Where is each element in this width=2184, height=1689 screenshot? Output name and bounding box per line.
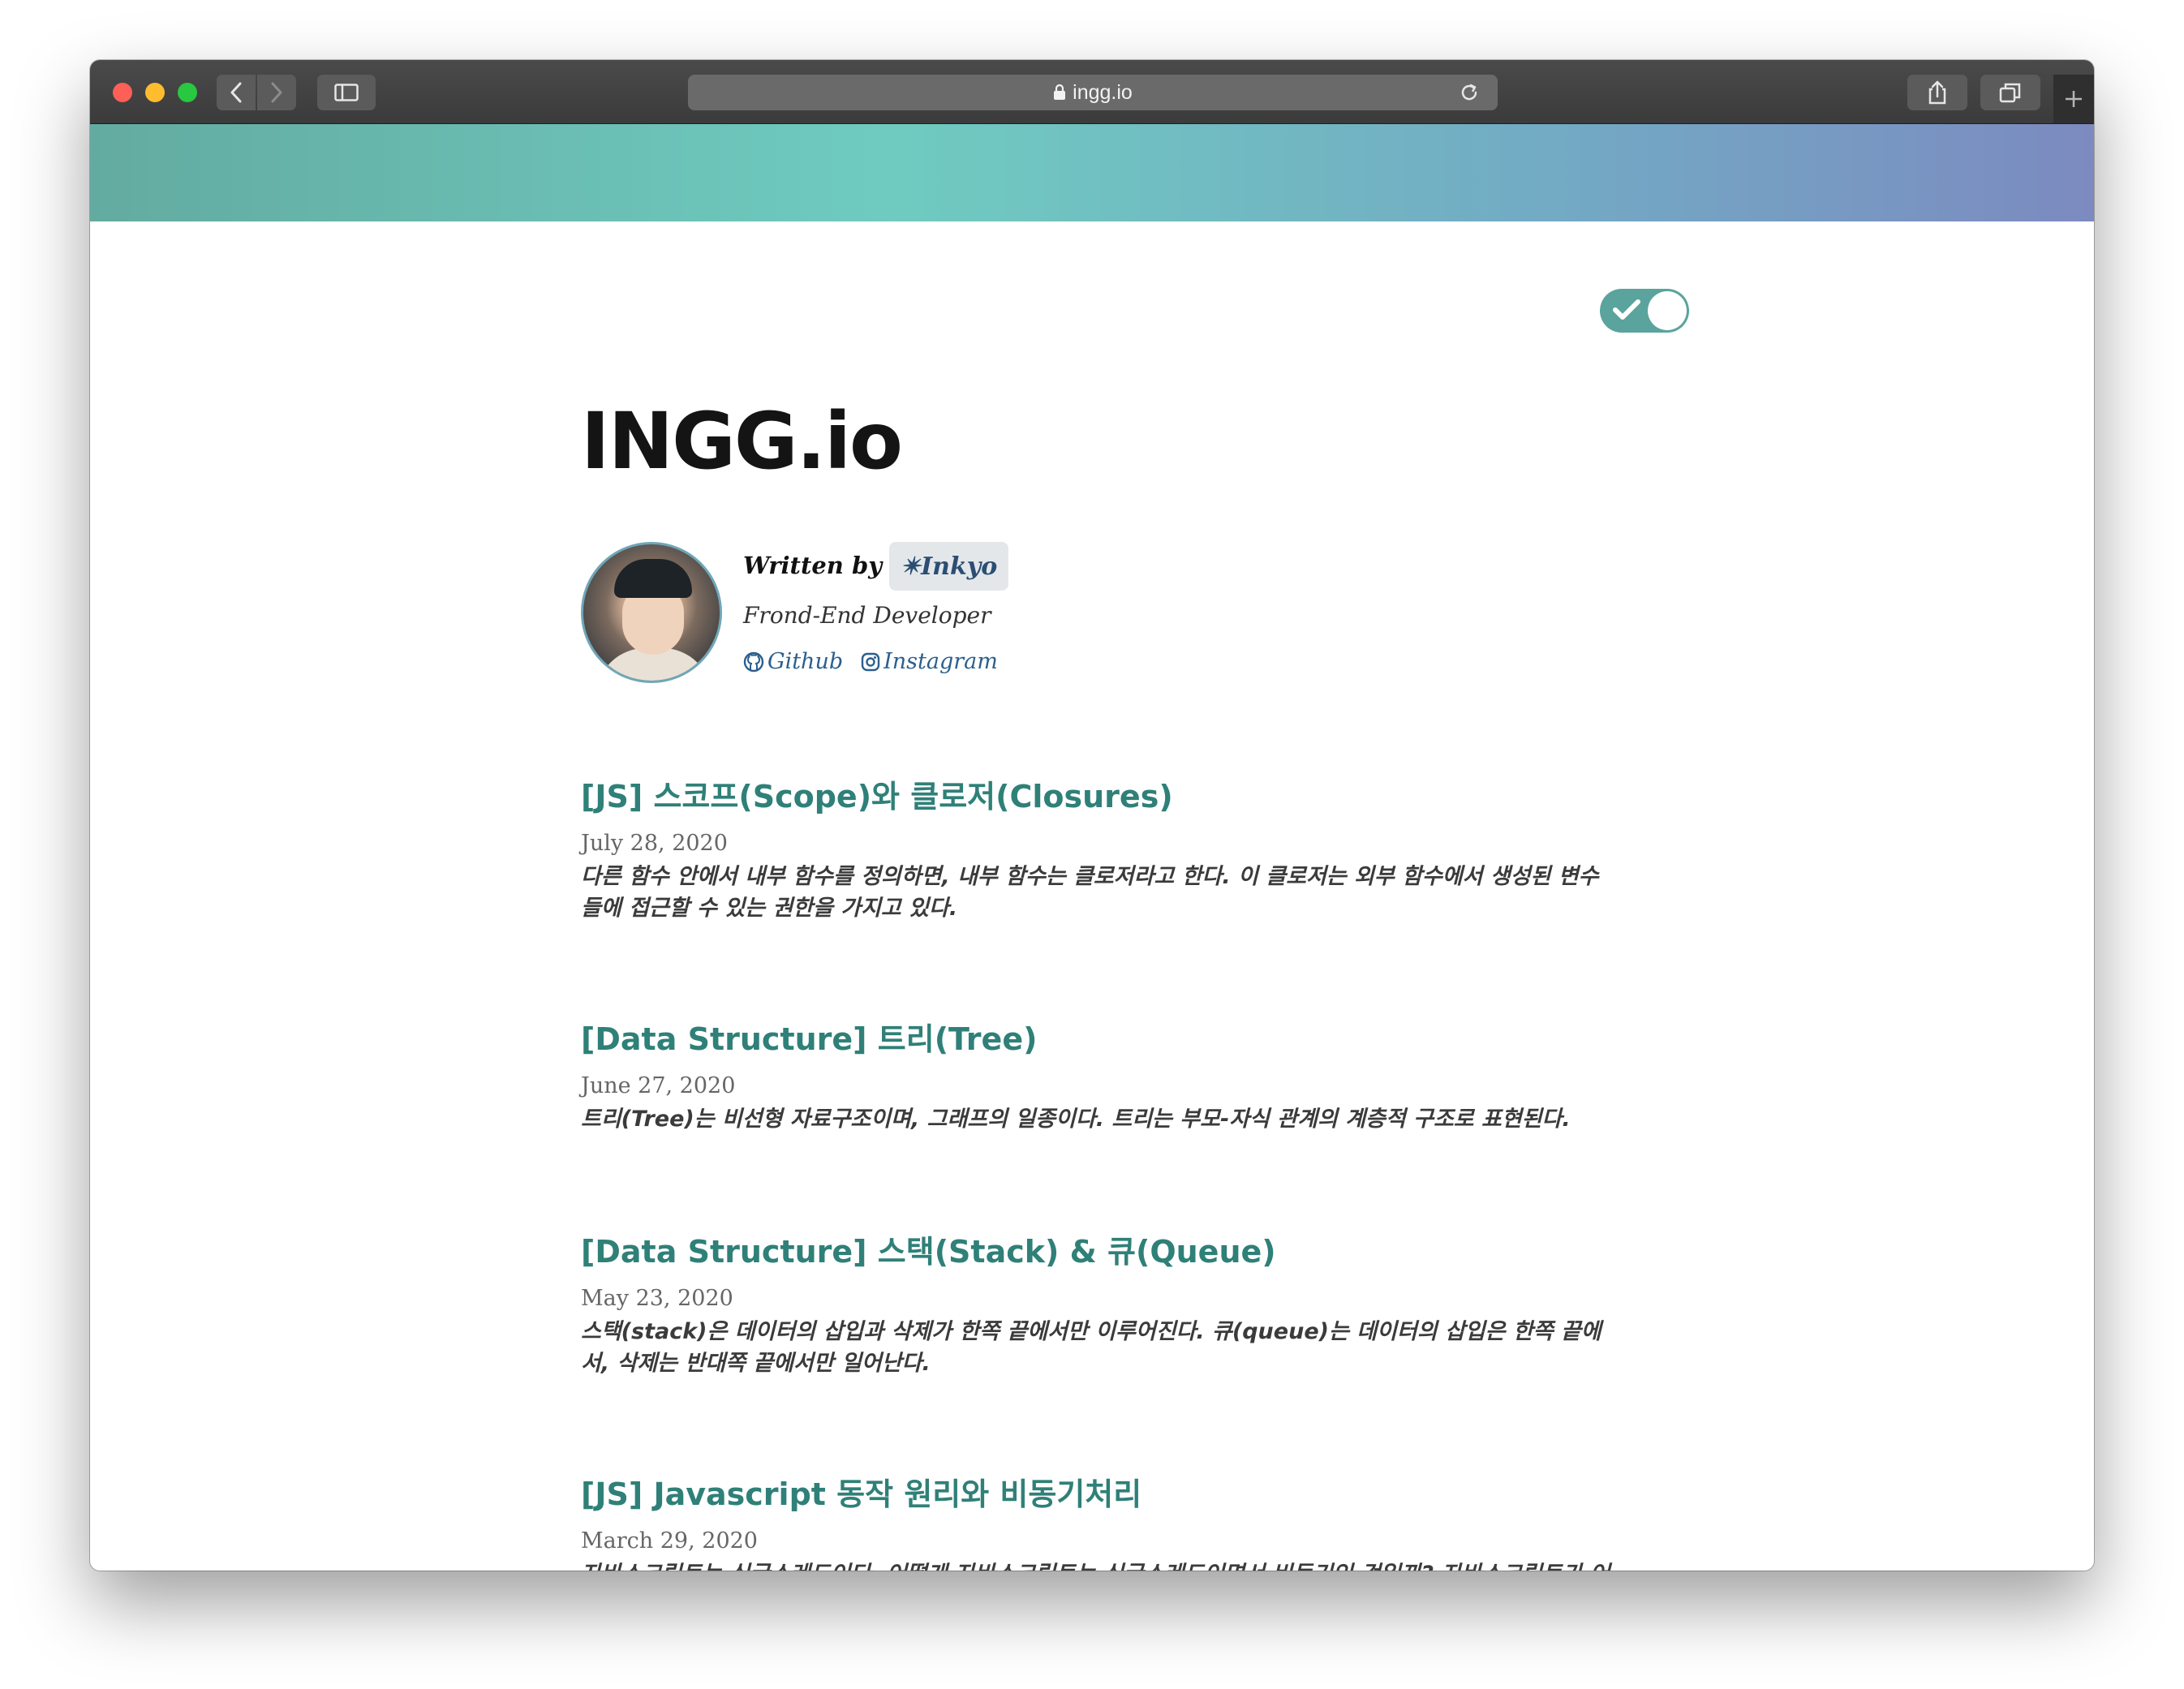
- written-by-label: Written by: [743, 552, 883, 579]
- post-item: [JS] Javascript 동작 원리와 비동기처리 March 29, 2…: [581, 1476, 1636, 1571]
- instagram-label: Instagram: [883, 649, 998, 674]
- reload-icon[interactable]: [1459, 82, 1480, 109]
- show-tabs-button[interactable]: [1980, 75, 2040, 110]
- forward-button[interactable]: [257, 75, 296, 110]
- post-excerpt: 자바스크립트는 싱글스레드이다. 어떻게 자바스크립트는 싱글스레드이면서 비동…: [581, 1558, 1615, 1571]
- url-text: ingg.io: [1073, 80, 1133, 104]
- browser-window: ingg.io INGG.io Written by ✴Inkyo Frond-…: [90, 60, 2094, 1571]
- post-excerpt: 트리(Tree)는 비선형 자료구조이며, 그래프의 일종이다. 트리는 부모-…: [581, 1106, 1571, 1132]
- avatar: [581, 542, 722, 683]
- post-item: [Data Structure] 스택(Stack) & 큐(Queue) Ma…: [581, 1234, 1636, 1379]
- github-label: Github: [767, 649, 844, 674]
- chevron-left-icon: [230, 82, 242, 103]
- lock-icon: [1053, 84, 1066, 101]
- post-date: July 28, 2020: [581, 830, 728, 856]
- plus-icon: [2066, 91, 2082, 107]
- post-title-link[interactable]: [Data Structure] 스택(Stack) & 큐(Queue): [581, 1234, 1636, 1271]
- post-excerpt: 스택(stack)은 데이터의 삽입과 삭제가 한쪽 끝에서만 이루어진다. 큐…: [581, 1318, 1601, 1376]
- browser-toolbar: ingg.io: [90, 60, 2094, 124]
- post-title-link[interactable]: [Data Structure] 트리(Tree): [581, 1021, 1636, 1059]
- post-title-link[interactable]: [JS] 스코프(Scope)와 클로저(Closures): [581, 779, 1636, 816]
- theme-toggle[interactable]: [1600, 289, 1689, 333]
- maximize-window-button[interactable]: [178, 83, 197, 102]
- tabs-overview-icon: [1999, 83, 2021, 103]
- minimize-window-button[interactable]: [145, 83, 165, 102]
- post-date: May 23, 2020: [581, 1285, 733, 1311]
- post-title-link[interactable]: [JS] Javascript 동작 원리와 비동기처리: [581, 1476, 1636, 1514]
- sidebar-icon: [334, 84, 359, 101]
- post-date: June 27, 2020: [581, 1072, 736, 1098]
- share-icon: [1928, 80, 1946, 105]
- close-window-button[interactable]: [113, 83, 132, 102]
- share-button[interactable]: [1907, 75, 1967, 110]
- blog-content: INGG.io Written by ✴Inkyo Frond-End Deve…: [581, 222, 1689, 1571]
- post-date: March 29, 2020: [581, 1528, 758, 1554]
- check-icon: [1613, 299, 1640, 320]
- header-gradient-banner: [90, 124, 2094, 221]
- author-role: Frond-End Developer: [743, 602, 991, 629]
- chevron-right-icon: [271, 82, 282, 103]
- post-item: [JS] 스코프(Scope)와 클로저(Closures) July 28, …: [581, 779, 1636, 924]
- toggle-knob: [1648, 291, 1687, 330]
- github-icon: [743, 651, 764, 672]
- new-tab-button[interactable]: [2053, 75, 2094, 123]
- site-title[interactable]: INGG.io: [581, 402, 903, 480]
- back-button[interactable]: [217, 75, 256, 110]
- address-bar[interactable]: ingg.io: [688, 75, 1498, 110]
- post-item: [Data Structure] 트리(Tree) June 27, 2020 …: [581, 1021, 1636, 1135]
- sidebar-toggle-button[interactable]: [317, 75, 376, 110]
- github-link[interactable]: Github: [743, 649, 843, 674]
- instagram-icon: [861, 652, 880, 671]
- instagram-link[interactable]: Instagram: [861, 649, 998, 674]
- author-name-link[interactable]: ✴Inkyo: [889, 542, 1009, 591]
- social-links: Github Instagram: [743, 649, 1016, 674]
- post-excerpt: 다른 함수 안에서 내부 함수를 정의하면, 내부 함수는 클로저라고 한다. …: [581, 863, 1599, 921]
